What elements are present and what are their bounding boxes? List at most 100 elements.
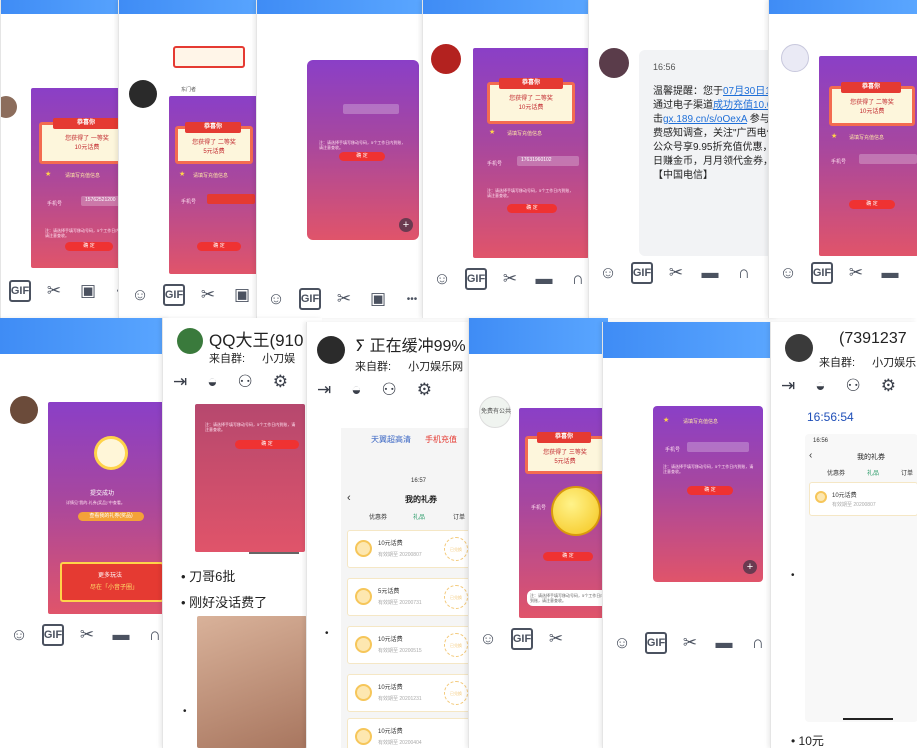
rich-text-icon[interactable]: ∩ (733, 262, 755, 284)
chat-toolbar: ☺ GIF ✂ ▬ ∩ (597, 258, 755, 288)
gift-row[interactable]: 10元话费 有效期至 20200807 已兑换 (347, 530, 472, 568)
gif-icon[interactable]: GIF (631, 262, 653, 284)
zoom-in-icon[interactable]: + (743, 560, 757, 574)
scissors-icon[interactable]: ✂ (333, 288, 355, 310)
gift-row[interactable]: 10元话费 有效期至 20200807 (809, 482, 917, 516)
folder-icon[interactable]: ▬ (110, 624, 132, 646)
confirm-button[interactable]: 确 定 (339, 152, 385, 161)
settings-icon[interactable]: ⚙ (417, 380, 432, 400)
smile-icon[interactable]: ☺ (611, 632, 633, 654)
folder-icon[interactable]: ▬ (699, 262, 721, 284)
avatar (129, 80, 157, 108)
gift-row[interactable]: 5元话费 有效期至 20200731 已兑换 (347, 578, 472, 616)
tab-gifts[interactable]: 礼品 (867, 468, 879, 477)
tab-tv[interactable]: 天翼超高清 (371, 434, 411, 445)
scissors-icon[interactable]: ✂ (43, 280, 65, 302)
gif-icon[interactable]: GIF (465, 268, 487, 290)
scissors-icon[interactable]: ✂ (545, 628, 567, 650)
scissors-icon[interactable]: ✂ (197, 284, 219, 306)
confirm-button[interactable]: 确 定 (65, 242, 113, 251)
group-name[interactable]: 小刀娱乐网 (408, 361, 463, 373)
gif-icon[interactable]: GIF (163, 284, 185, 306)
smile-icon[interactable]: ☺ (597, 262, 619, 284)
chat-toolbar: ☺ GIF ✂ ▣ (129, 280, 253, 310)
tab-coupons[interactable]: 优惠券 (369, 512, 387, 521)
tab-gifts[interactable]: 礼品 (413, 512, 425, 521)
add-member-icon[interactable]: ⚇ (382, 380, 397, 400)
gif-icon[interactable]: GIF (811, 262, 833, 284)
rich-text-icon[interactable]: ∩ (747, 632, 769, 654)
promo-banner[interactable]: 更多玩法 尽在「小音子圈」 (60, 562, 164, 602)
more-icon[interactable]: ••• (401, 288, 423, 310)
fill-prompt: 请填写充值信息 (65, 173, 101, 179)
group-name[interactable]: 小刀娱乐 (872, 357, 916, 369)
confirm-button[interactable]: 确 定 (687, 486, 733, 495)
add-member-icon[interactable]: ⚇ (238, 372, 253, 392)
tab-orders[interactable]: 订单 (901, 468, 913, 477)
scissors-icon[interactable]: ✂ (76, 624, 98, 646)
coin-icon (815, 491, 827, 503)
gif-icon[interactable]: GIF (9, 280, 31, 302)
back-icon[interactable]: ‹ (809, 450, 812, 461)
rich-text-icon[interactable]: ∩ (567, 268, 589, 290)
prize-fee-text: 10元话费 (518, 105, 544, 111)
share-icon[interactable]: ⇥ (317, 380, 331, 400)
call-icon[interactable]: ◒ (207, 372, 217, 392)
scissors-icon[interactable]: ✂ (665, 262, 687, 284)
smile-icon[interactable]: ☺ (777, 262, 799, 284)
settings-icon[interactable]: ⚙ (273, 372, 288, 392)
screenshot-prize-second: 您获得了 二等奖 10元话费 恭喜你 ★ 请填写充值信息 手机号 1763196… (473, 48, 589, 258)
smile-icon[interactable]: ☺ (8, 624, 30, 646)
smile-icon[interactable]: ☺ (431, 268, 453, 290)
gift-expiry: 有效期至 20200404 (378, 740, 422, 746)
title-bar (119, 0, 268, 14)
tab-orders[interactable]: 订单 (453, 512, 465, 521)
smile-icon[interactable]: ☺ (477, 628, 499, 650)
add-member-icon[interactable]: ⚇ (846, 376, 861, 396)
tab-coupons[interactable]: 优惠券 (827, 468, 845, 477)
confirm-button[interactable]: 确 定 (507, 204, 557, 213)
smile-icon[interactable]: ☺ (129, 284, 151, 306)
scissors-icon[interactable]: ✂ (679, 632, 701, 654)
star-icon: ★ (663, 417, 670, 424)
settings-icon[interactable]: ⚙ (881, 376, 896, 396)
tab-recharge[interactable]: 手机充值 (425, 434, 457, 445)
confirm-button[interactable]: 确 定 (849, 200, 895, 209)
back-icon[interactable]: ‹ (347, 492, 351, 504)
image-icon[interactable]: ▣ (231, 284, 253, 306)
confirm-button[interactable]: 确 定 (197, 242, 241, 251)
star-icon: ★ (45, 171, 52, 178)
group-name[interactable]: 小刀娱 (262, 353, 295, 365)
scissors-icon[interactable]: ✂ (845, 262, 867, 284)
call-icon[interactable]: ◒ (815, 376, 825, 396)
gift-row[interactable]: 10元话费 有效期至 20200404 (347, 718, 472, 748)
zoom-in-icon[interactable]: + (399, 218, 413, 232)
view-gifts-button[interactable]: 查看我的礼券(奖品) (78, 512, 144, 521)
phone-input[interactable] (687, 442, 749, 452)
phone-input[interactable] (859, 154, 917, 164)
folder-icon[interactable]: ▬ (879, 262, 901, 284)
call-icon[interactable]: ◒ (351, 380, 361, 400)
rich-text-icon[interactable]: ∩ (913, 262, 917, 284)
scissors-icon[interactable]: ✂ (499, 268, 521, 290)
group-toolbar: ⇥ ◒ ⚇ ⚙ (173, 372, 288, 392)
folder-icon[interactable]: ▬ (713, 632, 735, 654)
folder-icon[interactable]: ▬ (533, 268, 555, 290)
smile-icon[interactable]: ☺ (265, 288, 287, 310)
gift-row[interactable]: 10元话费 有效期至 20201231 已兑换 (347, 674, 472, 712)
gif-icon[interactable]: GIF (511, 628, 533, 650)
baby-photo[interactable] (197, 616, 307, 748)
confirm-button[interactable]: 确 定 (543, 552, 593, 561)
phone-input[interactable]: 17631960102 (517, 156, 579, 166)
image-icon[interactable]: ▣ (367, 288, 389, 310)
phone-input[interactable] (343, 104, 399, 114)
share-icon[interactable]: ⇥ (781, 376, 795, 396)
gift-row[interactable]: 10元话费 有效期至 20200515 已兑换 (347, 626, 472, 664)
gif-icon[interactable]: GIF (42, 624, 64, 646)
image-icon[interactable]: ▣ (77, 280, 99, 302)
gif-icon[interactable]: GIF (299, 288, 321, 310)
share-icon[interactable]: ⇥ (173, 372, 187, 392)
gif-icon[interactable]: GIF (645, 632, 667, 654)
confirm-button[interactable]: 确 定 (235, 440, 299, 449)
phone-input-redacted[interactable] (207, 194, 255, 204)
